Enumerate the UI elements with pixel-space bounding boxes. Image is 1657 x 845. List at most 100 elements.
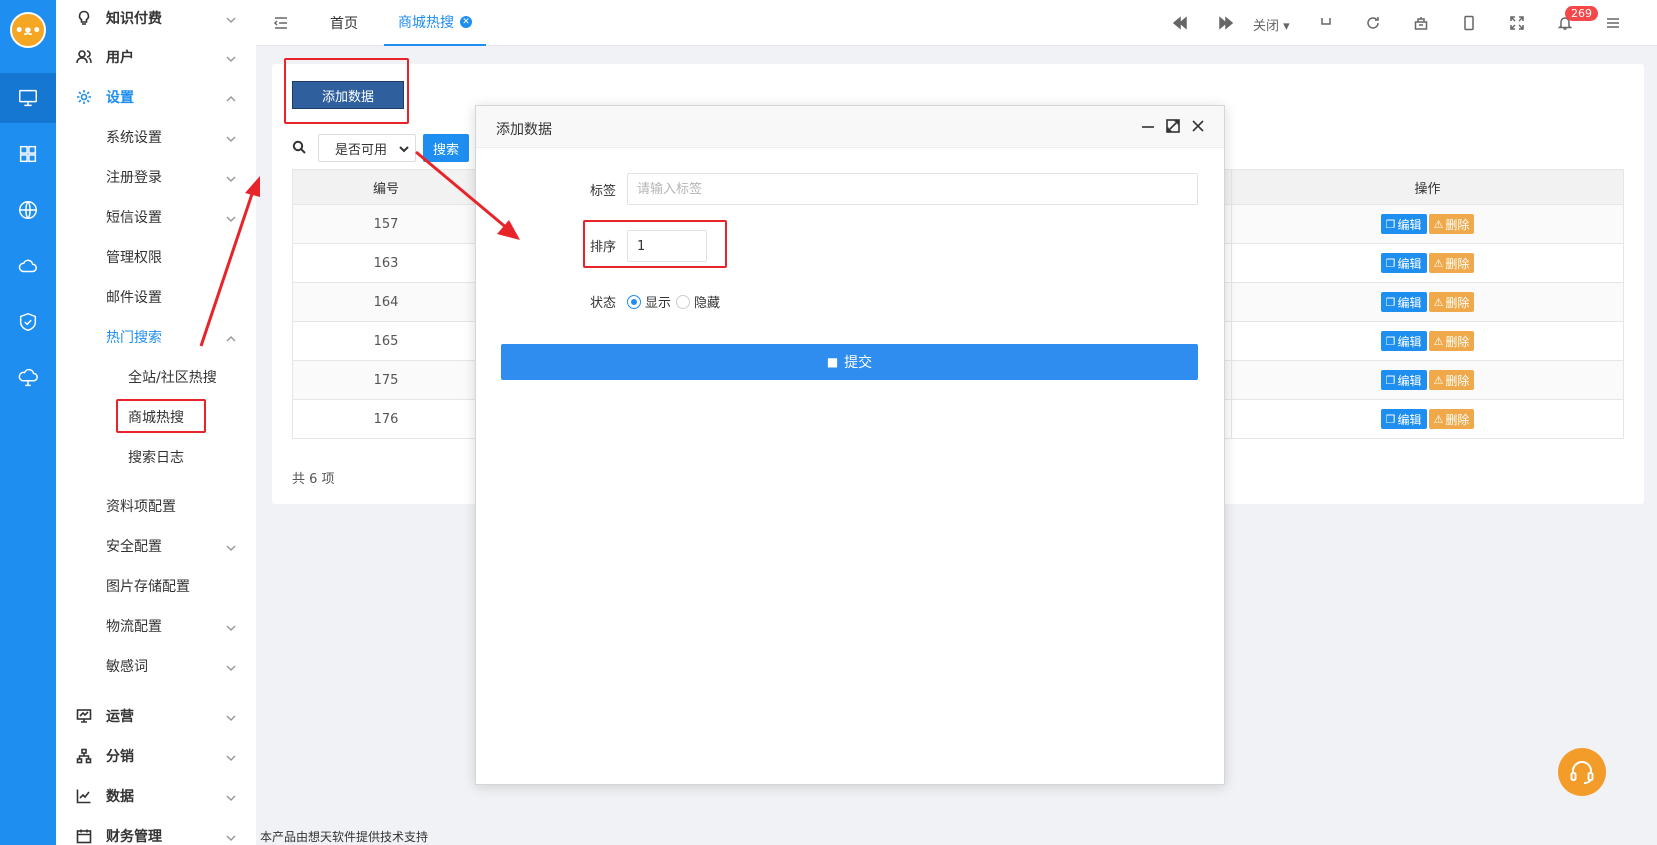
tab-mall-hot-search[interactable]: 商城热搜 ✕ [384, 0, 486, 46]
sidebar-item-hot-search[interactable]: 热门搜索 [56, 321, 256, 353]
sidebar-item-label: 系统设置 [106, 130, 162, 146]
cloud-icon[interactable] [0, 241, 56, 291]
chevron-down-icon [226, 751, 236, 762]
sidebar-item-data[interactable]: 数据 [56, 780, 256, 812]
sidebar-item-security-config[interactable]: 安全配置 [56, 530, 256, 562]
sort-label: 排序 [590, 240, 617, 255]
home-building-icon[interactable] [1411, 13, 1431, 33]
delete-label: 删除 [1445, 217, 1470, 232]
edit-button[interactable]: ❐ 编辑 [1380, 331, 1427, 351]
sidebar-item-mall-hot-search[interactable]: 商城热搜 [56, 401, 256, 433]
delete-button[interactable]: ⚠ 删除 [1428, 370, 1475, 390]
sidebar-item-logistics[interactable]: 物流配置 [56, 610, 256, 642]
sidebar-item-finance[interactable]: 财务管理 [56, 820, 256, 845]
sort-input[interactable] [627, 230, 707, 262]
add-data-button[interactable]: 添加数据 [292, 81, 404, 109]
edit-label: 编辑 [1397, 412, 1422, 427]
sidebar-item-distribution[interactable]: 分销 [56, 740, 256, 772]
cloud-server-icon[interactable] [0, 353, 56, 403]
sidebar-item-label: 注册登录 [106, 170, 162, 186]
chevron-down-icon [226, 13, 236, 24]
sidebar-item-label: 安全配置 [106, 539, 162, 555]
edit-button[interactable]: ❐ 编辑 [1380, 409, 1427, 429]
copy-icon: ❐ [1385, 217, 1396, 231]
submit-button[interactable]: ■ 提交 [501, 344, 1198, 380]
warning-icon: ⚠ [1433, 334, 1444, 348]
hamburger-menu-icon[interactable] [1603, 13, 1623, 33]
fast-forward-icon[interactable] [1216, 13, 1236, 33]
close-icon[interactable] [1190, 118, 1208, 136]
close-icon[interactable]: ✕ [460, 16, 472, 28]
sidebar-item-permissions[interactable]: 管理权限 [56, 241, 256, 273]
customer-service-icon[interactable] [1558, 748, 1606, 796]
tag-input[interactable] [627, 173, 1198, 205]
notification-badge: 269 [1565, 6, 1598, 21]
sidebar-item-settings[interactable]: 设置 [56, 81, 256, 113]
column-header-action: 操作 [1231, 169, 1624, 205]
fullscreen-icon[interactable] [1507, 13, 1527, 33]
back-icon[interactable] [1316, 13, 1336, 33]
sidebar-item-label: 热门搜索 [106, 330, 162, 346]
sidebar-item-label: 知识付费 [106, 11, 162, 27]
cell-actions: ❐ 编辑 ⚠ 删除 [1231, 360, 1624, 400]
apps-grid-icon[interactable] [0, 129, 56, 179]
sidebar-item-label: 设置 [106, 90, 134, 106]
sidebar-item-users[interactable]: 用户 [56, 41, 256, 73]
delete-label: 删除 [1445, 373, 1470, 388]
sidebar-item-label: 全站/社区热搜 [128, 370, 217, 386]
sidebar-item-sensitive-words[interactable]: 敏感词 [56, 650, 256, 682]
delete-button[interactable]: ⚠ 删除 [1428, 292, 1475, 312]
cell-id: 175 [292, 360, 480, 400]
globe-icon[interactable] [0, 185, 56, 235]
column-header-id: 编号 [292, 169, 480, 205]
sidebar-item-search-log[interactable]: 搜索日志 [56, 441, 256, 473]
status-show-radio[interactable]: 显示 [627, 292, 671, 311]
sidebar-item-system-settings[interactable]: 系统设置 [56, 121, 256, 153]
chevron-up-icon [226, 92, 236, 102]
cell-id: 163 [292, 243, 480, 283]
edit-label: 编辑 [1397, 373, 1422, 388]
menu-collapse-icon[interactable] [272, 14, 290, 32]
search-button[interactable]: 搜索 [423, 134, 469, 162]
delete-button[interactable]: ⚠ 删除 [1428, 331, 1475, 351]
edit-button[interactable]: ❐ 编辑 [1380, 253, 1427, 273]
edit-button[interactable]: ❐ 编辑 [1380, 292, 1427, 312]
copy-icon: ❐ [1385, 373, 1396, 387]
maximize-icon[interactable] [1165, 118, 1183, 136]
cell-actions: ❐ 编辑 ⚠ 删除 [1231, 321, 1624, 361]
close-tabs-dropdown[interactable]: 关闭 ▾ [1253, 15, 1290, 34]
delete-button[interactable]: ⚠ 删除 [1428, 409, 1475, 429]
mobile-icon[interactable] [1459, 13, 1479, 33]
rewind-icon[interactable] [1170, 13, 1190, 33]
warning-icon: ⚠ [1433, 217, 1444, 231]
sidebar-item-register-login[interactable]: 注册登录 [56, 161, 256, 193]
delete-button[interactable]: ⚠ 删除 [1428, 214, 1475, 234]
sidebar-item-knowledge[interactable]: 知识付费 [56, 2, 256, 34]
sidebar-item-sms-settings[interactable]: 短信设置 [56, 201, 256, 233]
status-hide-radio[interactable]: 隐藏 [676, 292, 720, 311]
tab-home[interactable]: 首页 [330, 0, 358, 46]
hierarchy-icon [76, 748, 92, 764]
sidebar-item-image-storage[interactable]: 图片存储配置 [56, 570, 256, 602]
edit-button[interactable]: ❐ 编辑 [1380, 214, 1427, 234]
shield-check-icon[interactable] [0, 297, 56, 347]
sidebar-item-profile-config[interactable]: 资料项配置 [56, 490, 256, 522]
availability-select[interactable]: 是否可用 [318, 134, 416, 162]
minimize-icon[interactable] [1140, 118, 1158, 136]
delete-button[interactable]: ⚠ 删除 [1428, 253, 1475, 273]
edit-button[interactable]: ❐ 编辑 [1380, 370, 1427, 390]
sidebar-item-label: 短信设置 [106, 210, 162, 226]
copy-icon: ❐ [1385, 412, 1396, 426]
sidebar-item-operations[interactable]: 运营 [56, 700, 256, 732]
refresh-icon[interactable] [1363, 13, 1383, 33]
icon-rail: •ᴥ• [0, 0, 56, 845]
chevron-down-icon [226, 711, 236, 722]
monitor-icon[interactable] [0, 73, 56, 123]
logo[interactable]: •ᴥ• [10, 12, 46, 48]
sidebar-item-site-hot-search[interactable]: 全站/社区热搜 [56, 361, 256, 393]
chevron-down-icon [226, 172, 236, 183]
gear-icon [76, 89, 92, 105]
total-count: 共 6 项 [292, 472, 335, 487]
sidebar-item-mail-settings[interactable]: 邮件设置 [56, 281, 256, 313]
cell-actions: ❐ 编辑 ⚠ 删除 [1231, 243, 1624, 283]
